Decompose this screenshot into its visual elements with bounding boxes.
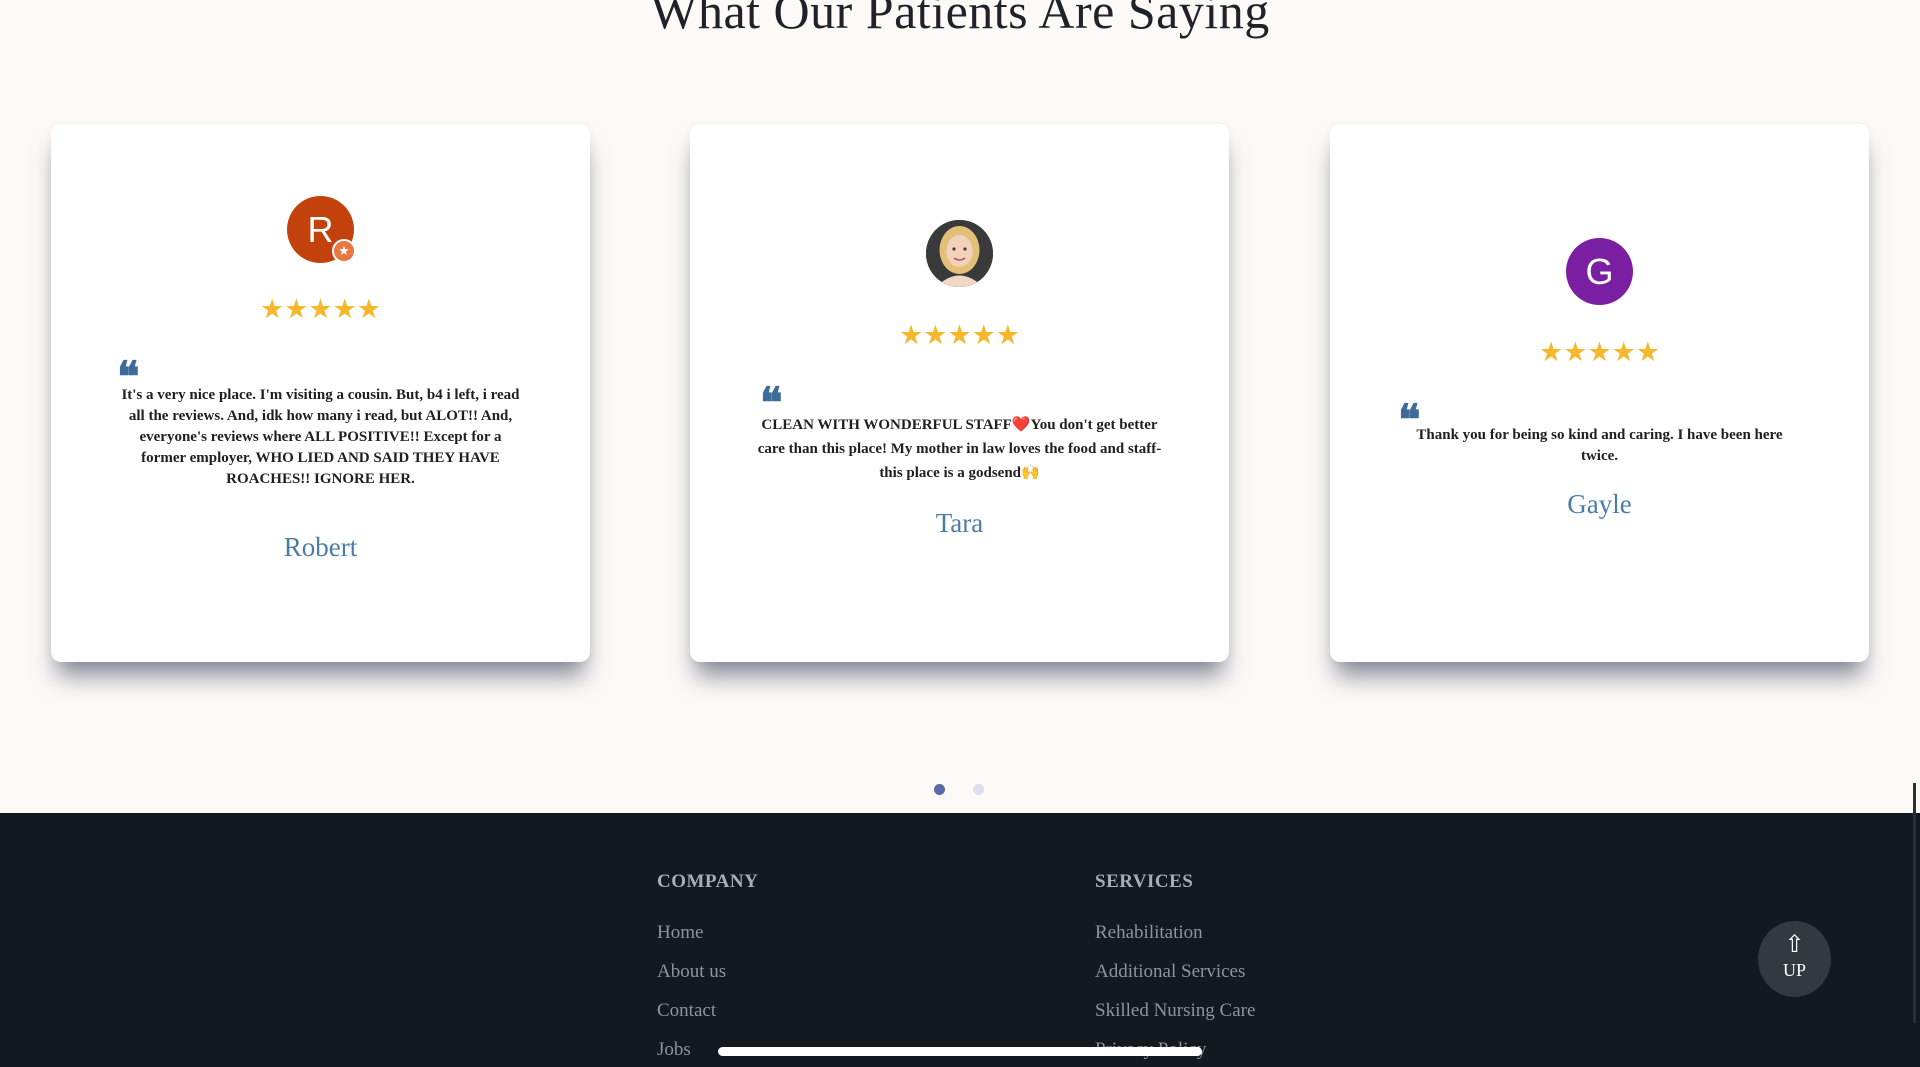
- star-rating: ★★★★★: [259, 294, 382, 325]
- review-card: ★★★★★ ❝ CLEAN WITH WONDERFUL STAFF❤️You …: [690, 124, 1229, 662]
- footer-link-home[interactable]: Home: [657, 922, 703, 944]
- avatar-photo: [926, 220, 993, 287]
- footer-link-additional-services[interactable]: Additional Services: [1095, 961, 1245, 983]
- review-card: R ★ ★★★★★ ❝ It's a very nice place. I'm …: [51, 124, 590, 662]
- carousel-dot-active[interactable]: [934, 784, 945, 795]
- footer-link-rehabilitation[interactable]: Rehabilitation: [1095, 922, 1203, 944]
- review-card: G ★★★★★ ❝ Thank you for being so kind an…: [1330, 124, 1869, 662]
- review-text: It's a very nice place. I'm visiting a c…: [121, 387, 520, 487]
- avatar-letter: G: [1585, 250, 1614, 292]
- person-photo-icon: [926, 220, 993, 287]
- review-text: Thank you for being so kind and caring. …: [1416, 427, 1783, 464]
- avatar: G: [1566, 238, 1633, 305]
- footer-link-skilled-nursing[interactable]: Skilled Nursing Care: [1095, 1000, 1255, 1022]
- scroll-to-top-button[interactable]: ⇧ UP: [1758, 921, 1831, 997]
- reviewer-name: Gayle: [1567, 489, 1632, 519]
- footer-services-title: SERVICES: [1095, 871, 1194, 892]
- reviewer-name: Tara: [935, 508, 984, 538]
- local-guide-badge-icon: ★: [332, 239, 356, 263]
- avatar-letter: R: [307, 208, 334, 250]
- footer-link-jobs[interactable]: Jobs: [657, 1039, 691, 1061]
- avatar: R ★: [287, 196, 356, 263]
- reviewer-name: Robert: [283, 532, 358, 562]
- footer-link-about[interactable]: About us: [657, 961, 726, 983]
- carousel-dot[interactable]: [973, 784, 984, 795]
- footer-link-contact[interactable]: Contact: [657, 1000, 716, 1022]
- star-rating: ★★★★★: [1538, 337, 1661, 368]
- section-title: What Our Patients Are Saying: [650, 0, 1270, 39]
- up-label: UP: [1782, 960, 1806, 980]
- carousel-pagination: [934, 784, 984, 795]
- footer: COMPANY Home About us Contact Jobs SERVI…: [0, 813, 1920, 1067]
- scrollbar-thumb[interactable]: [1913, 783, 1916, 1023]
- review-text: CLEAN WITH WONDERFUL STAFF❤️You don't ge…: [757, 417, 1162, 481]
- footer-company-title: COMPANY: [657, 871, 759, 892]
- star-rating: ★★★★★: [898, 320, 1021, 351]
- home-indicator-bar[interactable]: [718, 1047, 1202, 1056]
- up-arrow-icon: ⇧: [1784, 930, 1805, 958]
